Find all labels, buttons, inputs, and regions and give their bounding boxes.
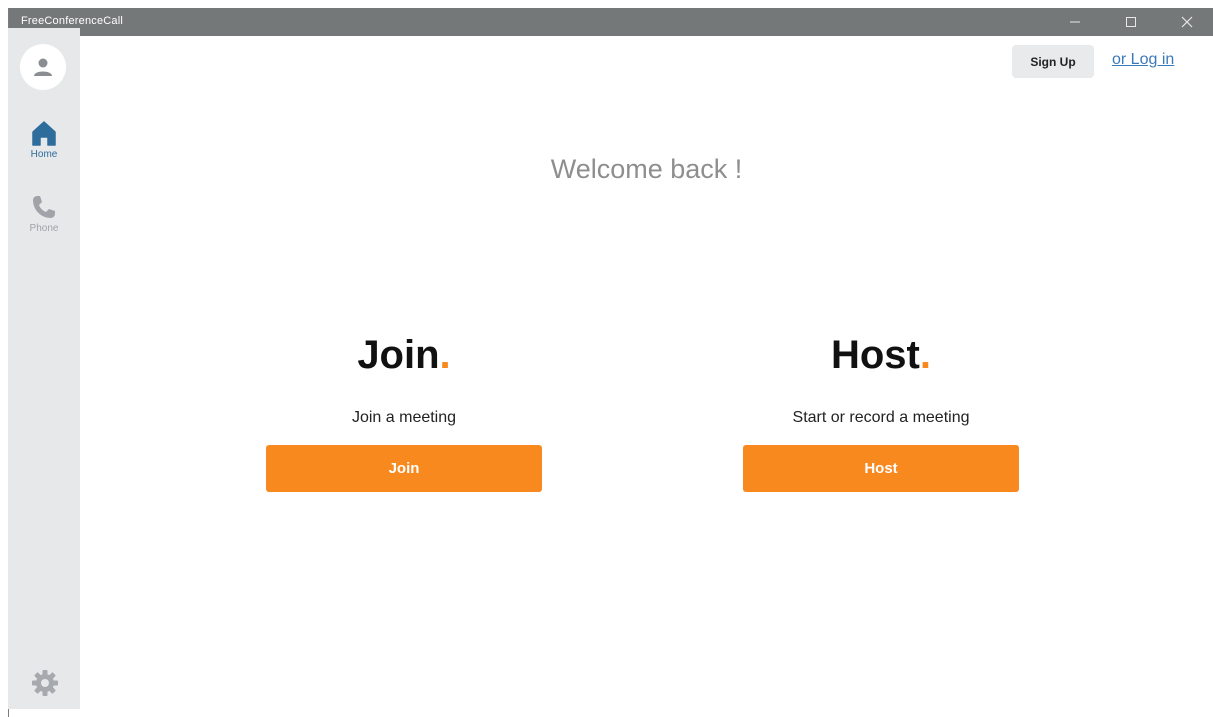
host-button[interactable]: Host <box>743 445 1019 492</box>
maximize-icon <box>1126 17 1136 27</box>
join-button[interactable]: Join <box>266 445 542 492</box>
host-section: Host. Start or record a meeting Host <box>743 330 1019 492</box>
join-heading-text: Join <box>357 333 440 377</box>
close-button[interactable] <box>1164 8 1210 36</box>
sidebar-item-label: Phone <box>29 223 59 234</box>
maximize-button[interactable] <box>1108 8 1154 36</box>
host-subtitle: Start or record a meeting <box>792 409 970 426</box>
sidebar-item-label: Home <box>30 149 58 160</box>
sign-up-button[interactable]: Sign Up <box>1012 45 1094 78</box>
host-heading: Host. <box>743 330 1019 380</box>
log-in-link[interactable]: or Log in <box>1112 51 1174 69</box>
home-icon <box>32 121 56 146</box>
minimize-icon <box>1070 21 1080 23</box>
gear-icon[interactable] <box>30 668 60 698</box>
close-icon <box>1181 16 1193 28</box>
sidebar-item-home[interactable]: Home <box>8 118 80 160</box>
window-title: FreeConferenceCall <box>21 15 124 27</box>
join-heading: Join. <box>266 330 542 380</box>
sidebar: Home Phone <box>8 28 80 709</box>
user-icon <box>34 58 52 76</box>
avatar[interactable] <box>20 44 66 90</box>
host-heading-dot: . <box>919 333 931 377</box>
sidebar-item-phone[interactable]: Phone <box>8 192 80 234</box>
phone-icon <box>33 196 55 218</box>
join-subtitle: Join a meeting <box>351 409 457 426</box>
app-window: FreeConferenceCall <box>8 8 1213 717</box>
welcome-heading: Welcome back ! <box>550 154 743 184</box>
join-section: Join. Join a meeting Join <box>266 330 542 492</box>
host-heading-text: Host <box>830 333 920 377</box>
title-bar[interactable]: FreeConferenceCall <box>9 8 1213 36</box>
minimize-button[interactable] <box>1052 8 1098 36</box>
join-heading-dot: . <box>439 333 451 377</box>
